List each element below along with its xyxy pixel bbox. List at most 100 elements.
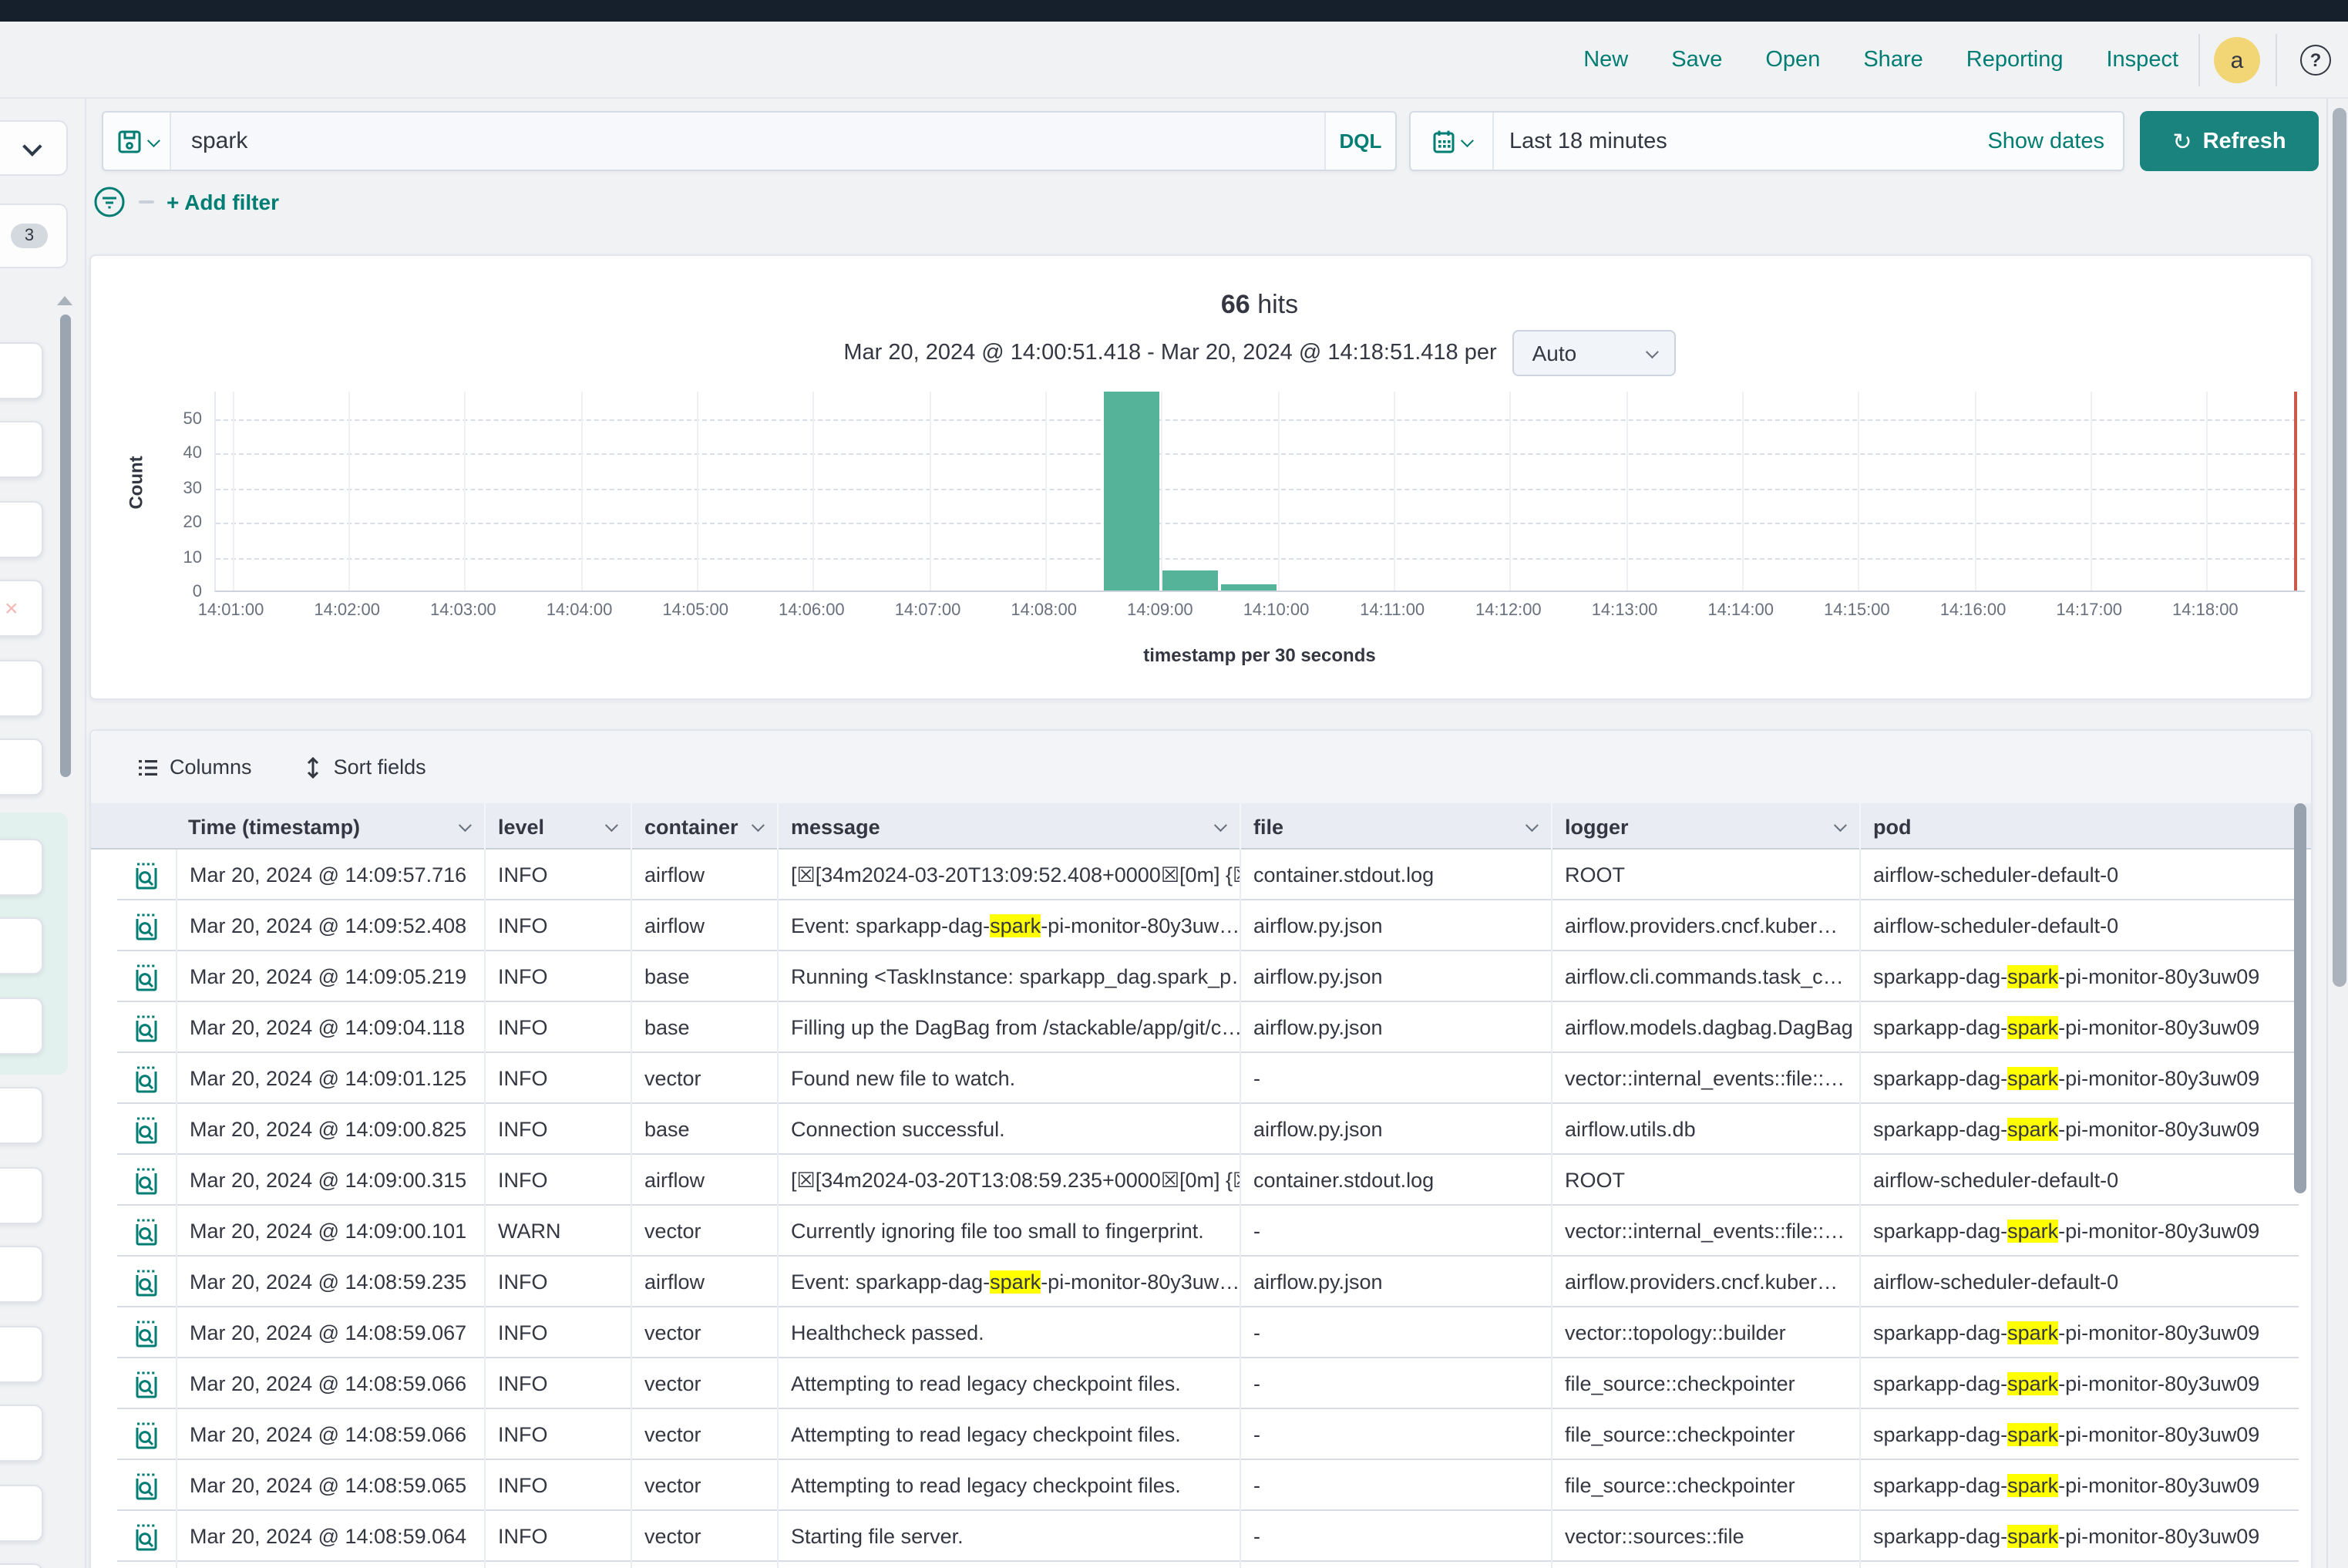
sidebar-field-button[interactable] — [0, 998, 43, 1055]
sidebar-field-button[interactable] — [0, 660, 43, 717]
table-row: Mar 20, 2024 @ 14:08:59.065INFOvectorAtt… — [117, 1460, 2299, 1511]
show-dates-button[interactable]: Show dates — [1987, 129, 2123, 153]
table-row: Mar 20, 2024 @ 14:09:05.219INFObaseRunni… — [117, 951, 2299, 1002]
nav-link-reporting[interactable]: Reporting — [1966, 48, 2064, 72]
v-gridline — [1742, 392, 1744, 591]
level-cell: INFO — [484, 1053, 631, 1104]
histogram-plot — [214, 392, 2305, 592]
expand-document-button[interactable] — [117, 951, 176, 1002]
v-gridline — [348, 392, 350, 591]
sidebar-field-button[interactable]: × — [0, 580, 43, 637]
logger-cell: file_source::checkpointer — [1551, 1409, 1859, 1460]
histogram-bar[interactable] — [1105, 392, 1160, 591]
column-header-pod[interactable]: pod — [1859, 803, 2299, 850]
expand-document-button[interactable] — [117, 900, 176, 951]
histogram-bar[interactable] — [1162, 570, 1218, 591]
column-header-container[interactable]: container — [631, 803, 777, 850]
expand-document-button[interactable] — [117, 1155, 176, 1206]
table-row: Mar 20, 2024 @ 14:08:59.067INFOvectorHea… — [117, 1307, 2299, 1358]
column-header-label: file — [1253, 815, 1283, 838]
message-cell: Attempting to read legacy checkpoint fil… — [777, 1409, 1240, 1460]
column-header-level[interactable]: level — [484, 803, 631, 850]
chevron-down-icon — [459, 819, 472, 832]
column-header-message[interactable]: message — [777, 803, 1240, 850]
sidebar-field-button[interactable] — [0, 501, 43, 558]
expand-document-button[interactable] — [117, 1104, 176, 1155]
time-cell: Mar 20, 2024 @ 14:08:59.065 — [176, 1460, 484, 1511]
interval-select[interactable]: Auto — [1512, 330, 1676, 376]
sidebar-field-button[interactable] — [0, 1563, 43, 1568]
expand-document-button[interactable] — [117, 1409, 176, 1460]
filter-icon[interactable] — [93, 185, 126, 219]
inspect-document-icon — [134, 1217, 159, 1245]
scrollbar-thumb — [2294, 803, 2306, 1193]
sidebar-field-button[interactable] — [0, 1087, 43, 1144]
query-language-button[interactable]: DQL — [1324, 113, 1395, 170]
pod-cell: sparkapp-dag-spark-pi-monitor-80y3uw09 — [1859, 1002, 2299, 1053]
help-icon[interactable]: ? — [2300, 45, 2331, 76]
histogram-bar[interactable] — [1220, 584, 1276, 591]
saved-query-menu-button[interactable] — [103, 113, 171, 170]
column-header-file[interactable]: file — [1240, 803, 1551, 850]
table-scrollbar[interactable] — [2294, 803, 2306, 1543]
nav-link-share[interactable]: Share — [1863, 48, 1922, 72]
search-input[interactable]: spark — [171, 113, 1324, 170]
nav-link-save[interactable]: Save — [1671, 48, 1722, 72]
table-row: Mar 20, 2024 @ 14:08:59.066INFOvectorAtt… — [117, 1409, 2299, 1460]
file-cell: - — [1240, 1206, 1551, 1257]
chevron-down-icon — [1214, 819, 1227, 832]
expand-document-button[interactable] — [117, 1002, 176, 1053]
nav-link-inspect[interactable]: Inspect — [2107, 48, 2179, 72]
sidebar-field-button[interactable] — [0, 342, 43, 399]
sidebar-field-button[interactable] — [0, 421, 43, 478]
remove-icon: × — [5, 597, 19, 620]
v-gridline — [2091, 392, 2092, 591]
sidebar-field-button[interactable] — [0, 1485, 43, 1542]
expand-document-button[interactable] — [117, 1257, 176, 1307]
expand-document-button[interactable] — [117, 1460, 176, 1511]
sidebar-field-button[interactable] — [0, 739, 43, 796]
time-range-value[interactable]: Last 18 minutes — [1494, 129, 1987, 153]
date-quick-select-button[interactable] — [1411, 113, 1494, 170]
x-tick-label: 14:12:00 — [1455, 601, 1563, 620]
expand-document-button[interactable] — [117, 850, 176, 900]
expand-document-button[interactable] — [117, 1358, 176, 1409]
expand-document-button[interactable] — [117, 1206, 176, 1257]
refresh-button[interactable]: ↻ Refresh — [2140, 111, 2319, 171]
sidebar-field-button[interactable] — [0, 1405, 43, 1462]
y-tick-label: 40 — [156, 444, 202, 463]
pod-cell: airflow-scheduler-default-0 — [1859, 1155, 2299, 1206]
chevron-down-icon — [22, 136, 41, 155]
sidebar-collapse-button[interactable] — [0, 120, 68, 176]
nav-link-new[interactable]: New — [1583, 48, 1628, 72]
empty-cell — [176, 1562, 484, 1568]
column-header-time-timestamp[interactable]: Time (timestamp) — [176, 803, 484, 850]
inspect-document-icon — [134, 1370, 159, 1398]
level-cell: INFO — [484, 850, 631, 900]
container-cell: airflow — [631, 1257, 777, 1307]
window-scrollbar[interactable] — [2326, 99, 2348, 1568]
expand-document-button[interactable] — [117, 1053, 176, 1104]
sort-fields-button-label: Sort fields — [334, 755, 426, 779]
pod-cell: airflow-scheduler-default-0 — [1859, 850, 2299, 900]
level-cell: WARN — [484, 1206, 631, 1257]
nav-link-open[interactable]: Open — [1765, 48, 1820, 72]
sidebar-field-button[interactable] — [0, 1246, 43, 1303]
avatar[interactable]: a — [2214, 37, 2260, 83]
add-filter-button[interactable]: + Add filter — [167, 190, 279, 214]
inspect-document-icon — [134, 1523, 159, 1550]
sort-fields-button[interactable]: Sort fields — [304, 755, 426, 779]
top-nav: New Save Open Share Reporting Inspect — [1583, 22, 2178, 99]
sidebar-field-button[interactable] — [0, 839, 43, 896]
sidebar-field-button[interactable] — [0, 1326, 43, 1383]
expand-document-button[interactable] — [117, 1511, 176, 1562]
columns-button[interactable]: Columns — [137, 755, 252, 779]
expand-document-button[interactable] — [117, 1307, 176, 1358]
message-cell: Attempting to read legacy checkpoint fil… — [777, 1358, 1240, 1409]
sidebar-scrollbar[interactable] — [60, 296, 71, 777]
sidebar-field-button[interactable] — [0, 1167, 43, 1224]
sidebar-field-button[interactable] — [0, 917, 43, 974]
column-header-logger[interactable]: logger — [1551, 803, 1859, 850]
x-tick-label: 14:02:00 — [293, 601, 401, 620]
sidebar-count-box: 3 — [0, 204, 68, 268]
